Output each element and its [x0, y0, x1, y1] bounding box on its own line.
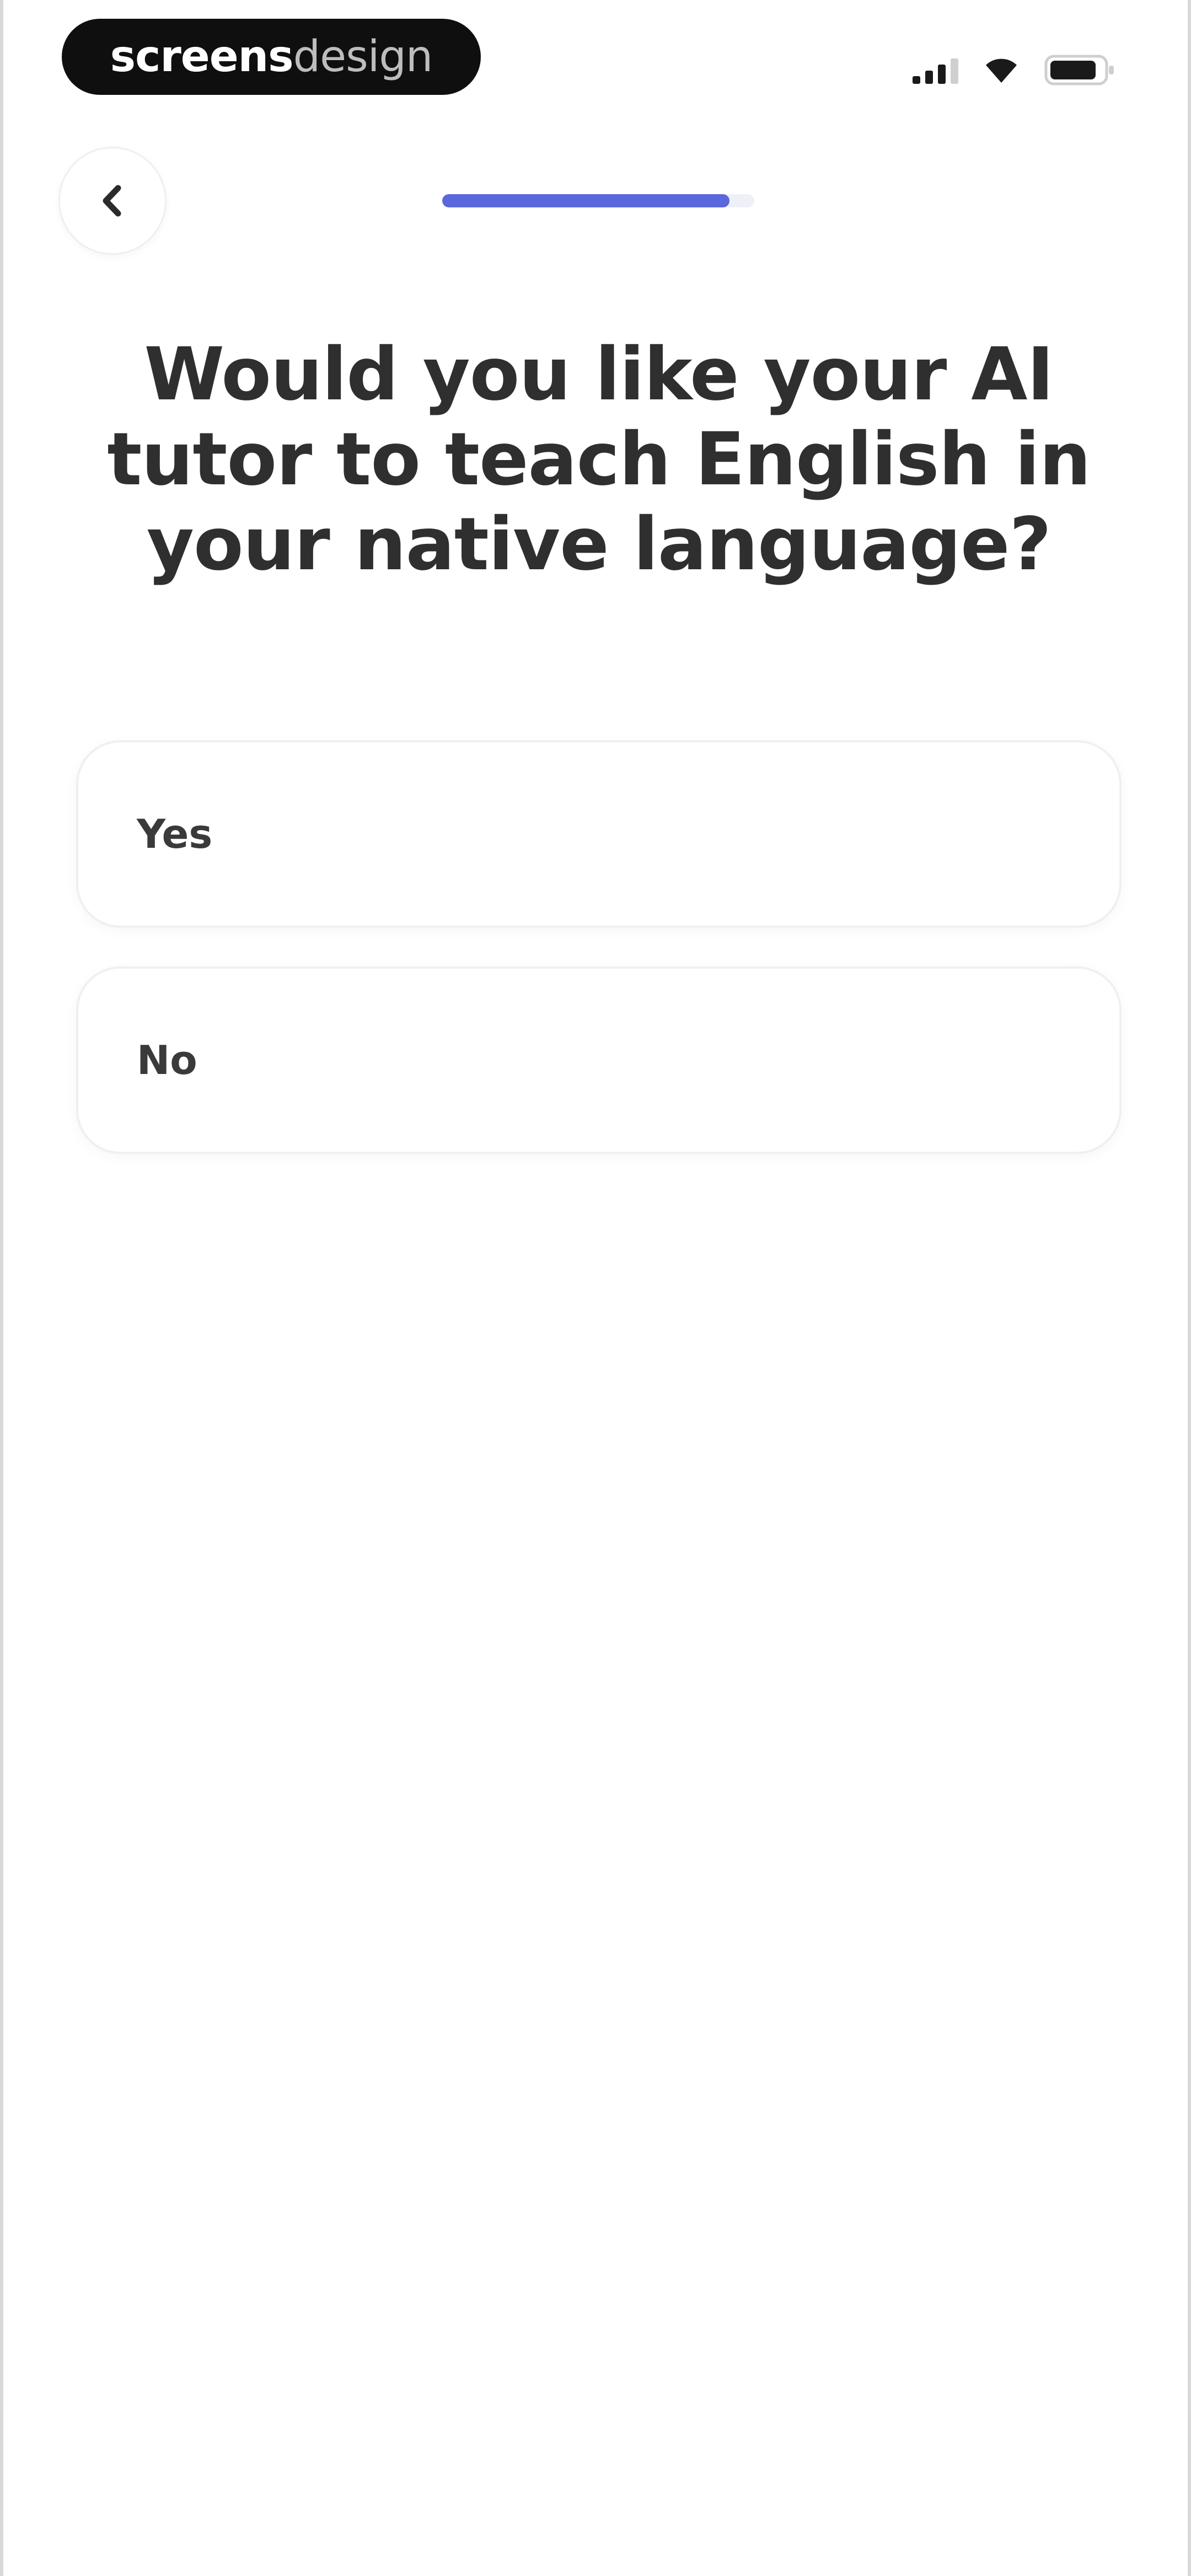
- cellular-signal-icon: [913, 56, 958, 84]
- option-label: Yes: [137, 811, 213, 857]
- progress-bar-fill: [442, 194, 729, 207]
- wifi-icon: [984, 56, 1019, 84]
- option-label: No: [137, 1037, 197, 1083]
- logo-word-design: design: [293, 32, 433, 82]
- question-title: Would you like your AI tutor to teach En…: [107, 332, 1091, 587]
- option-yes-button[interactable]: Yes: [76, 740, 1122, 928]
- logo-word-screens: screens: [110, 32, 294, 82]
- status-icons: [913, 51, 1116, 89]
- chevron-left-icon: [103, 185, 121, 217]
- back-button[interactable]: [58, 147, 167, 255]
- screensdesign-logo: screens design: [62, 19, 481, 95]
- option-no-button[interactable]: No: [76, 966, 1122, 1154]
- battery-icon: [1044, 55, 1116, 85]
- onboarding-screen: screens design Would you like your AI tut…: [0, 0, 1191, 2576]
- progress-bar: [442, 194, 754, 207]
